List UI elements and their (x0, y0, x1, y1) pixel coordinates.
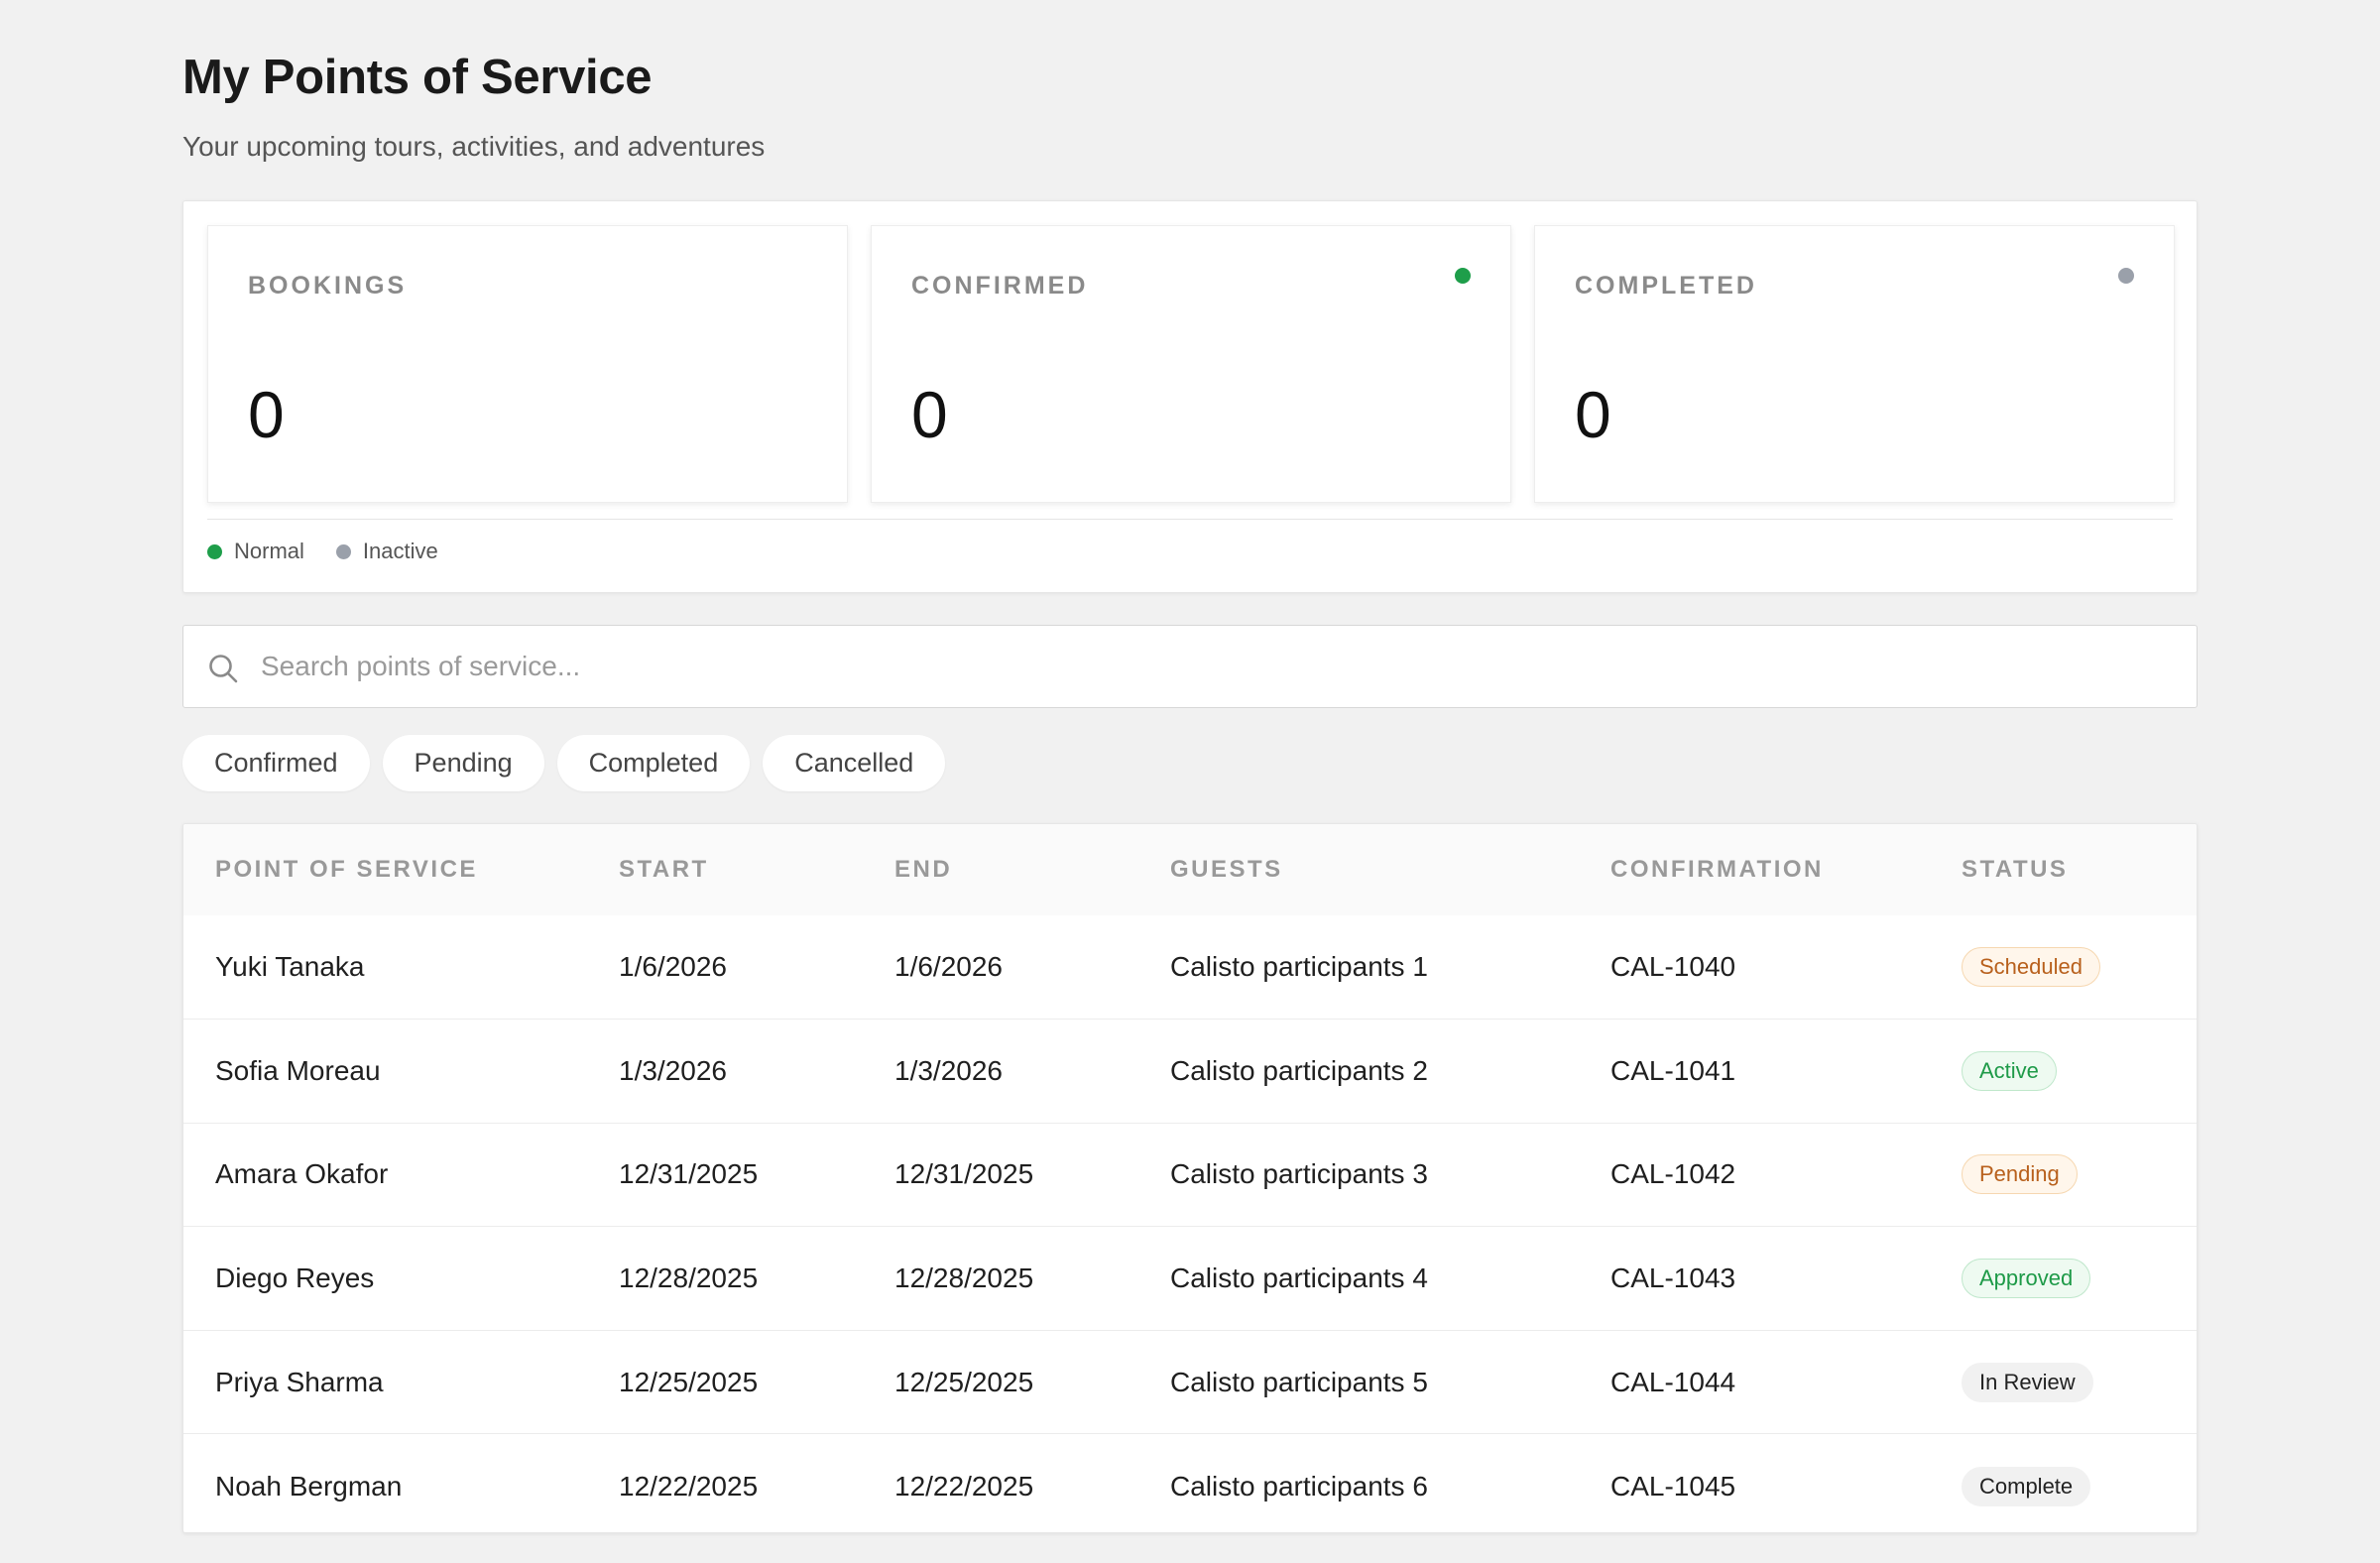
cell-start: 12/22/2025 (619, 1470, 759, 1502)
stat-value: 0 (248, 378, 285, 451)
stat-card-confirmed: CONFIRMED 0 (871, 225, 1511, 503)
column-header[interactable]: GUESTS (1138, 824, 1579, 915)
legend-item-normal: Normal (207, 539, 304, 564)
cell-guests: Calisto participants 2 (1170, 1054, 1428, 1086)
cell-point-of-service: Noah Bergman (215, 1470, 403, 1502)
status-badge: Complete (1962, 1466, 2091, 1506)
status-badge: Approved (1962, 1259, 2091, 1299)
stat-label: BOOKINGS (248, 272, 408, 300)
legend-dot-icon (335, 543, 351, 559)
cell-end: 12/25/2025 (894, 1366, 1034, 1397)
legend-dot-icon (207, 543, 222, 559)
cell-end: 1/6/2026 (894, 951, 1003, 983)
legend-label: Inactive (362, 539, 438, 563)
cell-status: In Review (1930, 1330, 2197, 1434)
filter-completed[interactable]: Completed (556, 735, 751, 791)
bookings-table: POINT OF SERVICE START END GUESTS CONFIR… (182, 823, 2198, 1533)
status-dot-icon (1455, 268, 1471, 284)
cell-start: 12/28/2025 (619, 1262, 759, 1294)
legend-label: Normal (234, 539, 304, 563)
cell-end: 12/22/2025 (894, 1470, 1034, 1502)
table-row[interactable]: Sofia Moreau 1/3/2026 1/3/2026 Calisto p… (183, 1019, 2197, 1124)
filter-pending[interactable]: Pending (382, 735, 544, 791)
cell-confirmation: CAL-1042 (1610, 1158, 1736, 1190)
status-badge: Scheduled (1962, 947, 2100, 988)
stat-label: COMPLETED (1575, 272, 1757, 300)
column-header[interactable]: STATUS (1930, 824, 2197, 915)
cell-status: Pending (1930, 1123, 2197, 1227)
cell-guests: Calisto participants 1 (1170, 951, 1428, 983)
cell-guests: Calisto participants 3 (1170, 1158, 1428, 1190)
stat-card-completed: COMPLETED 0 (1534, 225, 2175, 503)
cell-point-of-service: Diego Reyes (215, 1262, 375, 1294)
filter-confirmed[interactable]: Confirmed (182, 735, 370, 791)
status-badge: In Review (1962, 1362, 2093, 1402)
status-dot-icon (2118, 268, 2134, 284)
legend-item-inactive: Inactive (335, 539, 438, 564)
column-header[interactable]: POINT OF SERVICE (183, 824, 587, 915)
cell-guests: Calisto participants 4 (1170, 1262, 1428, 1294)
cell-status: Approved (1930, 1227, 2197, 1331)
table-row[interactable]: Amara Okafor 12/31/2025 12/31/2025 Calis… (183, 1123, 2197, 1227)
table-row[interactable]: Priya Sharma 12/25/2025 12/25/2025 Calis… (183, 1330, 2197, 1434)
cell-confirmation: CAL-1043 (1610, 1262, 1736, 1294)
cell-point-of-service: Priya Sharma (215, 1366, 384, 1397)
cell-end: 12/28/2025 (894, 1262, 1034, 1294)
stat-value: 0 (1575, 378, 1611, 451)
legend: Normal Inactive (207, 539, 438, 564)
cell-end: 12/31/2025 (894, 1158, 1034, 1190)
status-badge: Pending (1962, 1154, 2078, 1195)
stats-panel: BOOKINGS 0 CONFIRMED 0 COMPLETED 0 Norma… (182, 200, 2198, 593)
page-subtitle: Your upcoming tours, activities, and adv… (182, 131, 766, 162)
cell-end: 1/3/2026 (894, 1054, 1003, 1086)
cell-confirmation: CAL-1044 (1610, 1366, 1736, 1397)
cell-status: Active (1930, 1020, 2197, 1124)
status-badge: Active (1962, 1050, 2057, 1091)
column-header[interactable]: CONFIRMATION (1579, 824, 1930, 915)
cell-start: 12/31/2025 (619, 1158, 759, 1190)
cell-point-of-service: Amara Okafor (215, 1158, 389, 1190)
table-row[interactable]: Noah Bergman 12/22/2025 12/22/2025 Calis… (183, 1433, 2197, 1532)
cell-guests: Calisto participants 6 (1170, 1470, 1428, 1502)
divider (207, 519, 2173, 520)
search-input[interactable] (261, 626, 2145, 707)
cell-point-of-service: Yuki Tanaka (215, 951, 365, 983)
cell-start: 1/3/2026 (619, 1054, 727, 1086)
search-box (182, 625, 2198, 708)
table-row[interactable]: Yuki Tanaka 1/6/2026 1/6/2026 Calisto pa… (183, 915, 2197, 1020)
cell-status: Scheduled (1930, 915, 2197, 1020)
cell-confirmation: CAL-1040 (1610, 951, 1736, 983)
filter-pills: Confirmed Pending Completed Cancelled (182, 735, 946, 791)
stat-card-bookings: BOOKINGS 0 (207, 225, 848, 503)
cell-point-of-service: Sofia Moreau (215, 1054, 381, 1086)
stat-value: 0 (911, 378, 948, 451)
search-icon (209, 655, 238, 683)
column-header[interactable]: END (863, 824, 1138, 915)
cell-confirmation: CAL-1041 (1610, 1054, 1736, 1086)
filter-cancelled[interactable]: Cancelled (763, 735, 946, 791)
column-header[interactable]: START (587, 824, 863, 915)
table-row[interactable]: Diego Reyes 12/28/2025 12/28/2025 Calist… (183, 1226, 2197, 1331)
cell-start: 12/25/2025 (619, 1366, 759, 1397)
page-title: My Points of Service (182, 51, 653, 104)
cell-guests: Calisto participants 5 (1170, 1366, 1428, 1397)
cell-status: Complete (1930, 1434, 2197, 1532)
cell-start: 1/6/2026 (619, 951, 727, 983)
table-header-row: POINT OF SERVICE START END GUESTS CONFIR… (183, 824, 2197, 915)
cell-confirmation: CAL-1045 (1610, 1470, 1736, 1502)
stat-label: CONFIRMED (911, 272, 1089, 300)
